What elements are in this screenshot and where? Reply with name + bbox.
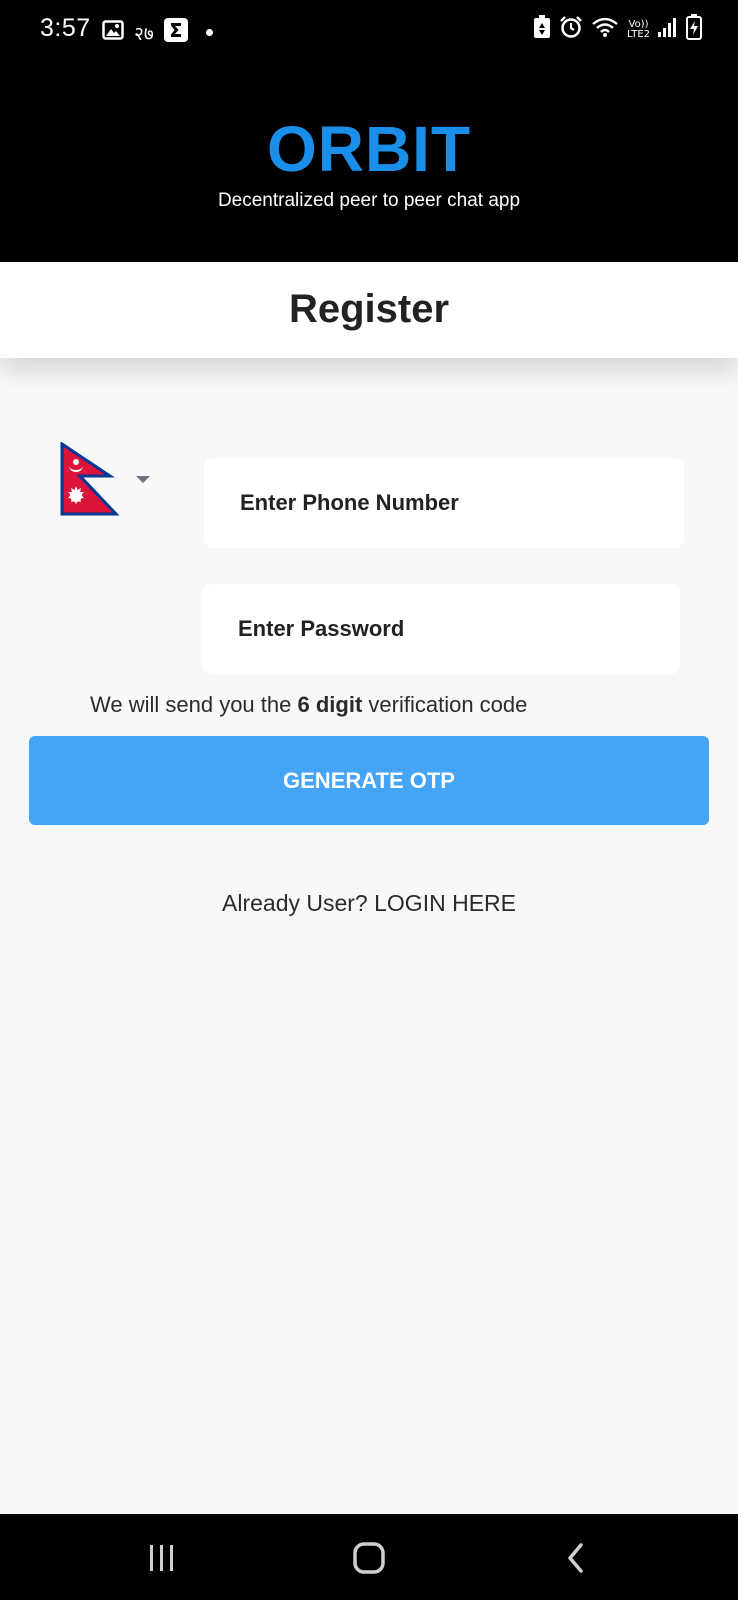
alarm-icon: [559, 15, 583, 44]
digit-count: 6 digit: [297, 692, 363, 717]
app-brand: ORBIT: [266, 113, 472, 185]
image-icon: [102, 20, 124, 45]
status-bar: 3:57 २७ Vo)) LTE2: [0, 0, 738, 64]
password-input[interactable]: [202, 584, 680, 674]
battery-charging-icon: [686, 14, 702, 45]
title-bar: Register: [0, 262, 738, 358]
back-icon[interactable]: [546, 1536, 606, 1580]
password-field: [202, 584, 680, 674]
network-type: Vo)) LTE2: [627, 18, 650, 40]
battery-saver-icon: [533, 15, 551, 44]
phone-field: [204, 458, 684, 548]
status-time: 3:57: [40, 14, 91, 42]
page-title: Register: [288, 287, 450, 331]
app-header: ORBIT Decentralized peer to peer chat ap…: [0, 64, 738, 262]
signal-icon: [658, 16, 678, 43]
status-notifications: २७: [102, 18, 213, 47]
register-screen: 3:57 २७ Vo)) LTE2 ORBIT Decentralized pe…: [0, 0, 738, 1600]
app-tagline: Decentralized peer to peer chat app: [217, 190, 521, 211]
generate-otp-button[interactable]: GENERATE OTP: [29, 736, 709, 825]
chevron-down-icon[interactable]: [136, 476, 150, 483]
sigma-icon: [163, 18, 188, 47]
notification-digits: २७: [134, 22, 154, 45]
home-icon[interactable]: [339, 1536, 399, 1580]
wifi-icon: [591, 16, 619, 43]
otp-note: We will send you the 6 digit verificatio…: [90, 692, 528, 717]
nepal-flag-icon: [60, 441, 120, 516]
navigation-bar: [0, 1514, 738, 1600]
dot-icon: [205, 29, 213, 36]
recent-apps-icon[interactable]: [132, 1536, 192, 1580]
status-system-icons: Vo)) LTE2: [533, 14, 702, 45]
login-link[interactable]: Already User? LOGIN HERE: [0, 890, 738, 917]
phone-input[interactable]: [204, 458, 684, 548]
